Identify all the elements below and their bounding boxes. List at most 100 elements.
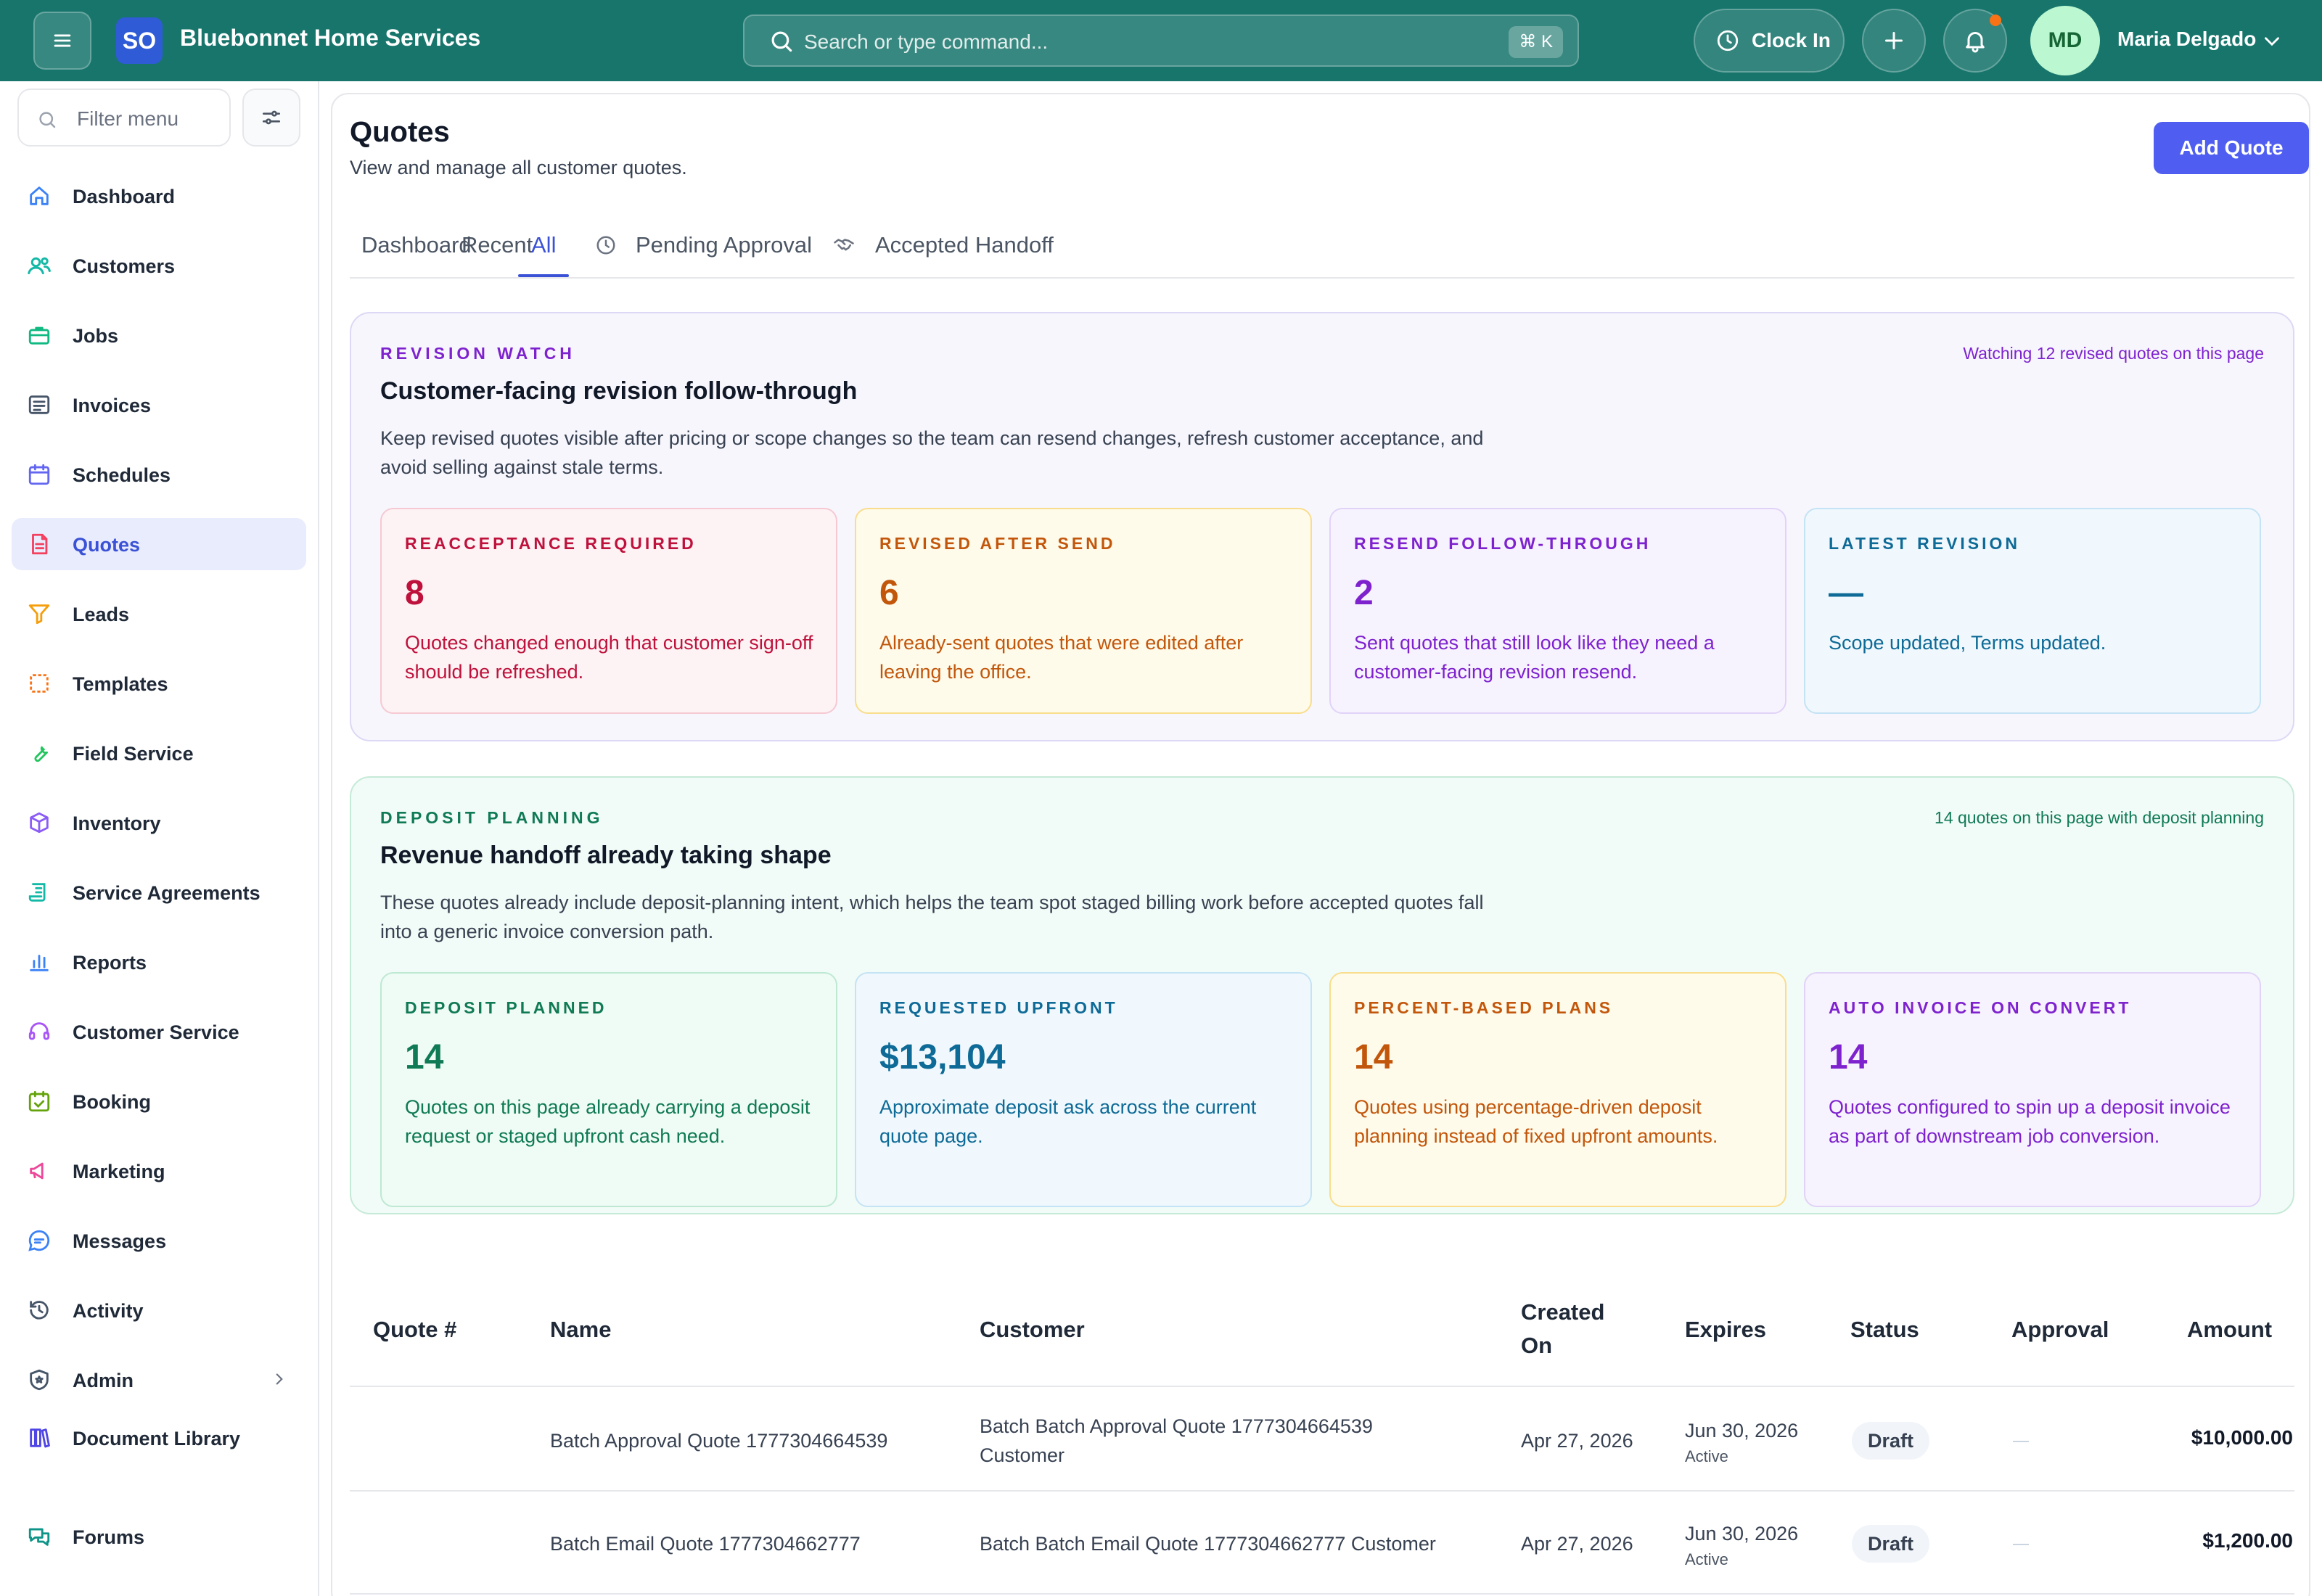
history-icon bbox=[26, 1297, 52, 1323]
quote-name[interactable]: Batch Email Quote 1777304662777 bbox=[550, 1529, 861, 1558]
expires-date: Jun 30, 2026 bbox=[1685, 1523, 1799, 1544]
column-header-amount[interactable]: Amount bbox=[2187, 1313, 2272, 1346]
sidebar-item-customers[interactable]: Customers bbox=[12, 239, 306, 292]
status-badge: Draft bbox=[1852, 1422, 1930, 1460]
card-title: RESEND FOLLOW-THROUGH bbox=[1354, 534, 1652, 553]
tab-accepted-handoff[interactable]: Accepted Handoff bbox=[832, 232, 1054, 258]
sidebar-item-label: Templates bbox=[73, 673, 168, 695]
sidebar-item-label: Document Library bbox=[73, 1428, 241, 1449]
quote-name[interactable]: Batch Approval Quote 1777304664539 bbox=[550, 1426, 887, 1455]
quote-customer[interactable]: Batch Batch Email Quote 1777304662777 Cu… bbox=[980, 1529, 1488, 1558]
column-header-created-on[interactable]: Created On bbox=[1521, 1296, 1630, 1362]
card-description: Scope updated, Terms updated. bbox=[1829, 632, 2106, 654]
filter-menu-input[interactable]: Filter menu bbox=[17, 89, 231, 147]
deposit-planning-panel: DEPOSIT PLANNING 14 quotes on this page … bbox=[350, 776, 2294, 1214]
shield-icon bbox=[26, 1367, 52, 1393]
sidebar-item-quotes[interactable]: Quotes bbox=[12, 518, 306, 570]
sidebar-item-forums[interactable]: Forums bbox=[12, 1510, 306, 1563]
metric-card-revised-after-send[interactable]: REVISED AFTER SEND 6 Already-sent quotes… bbox=[855, 508, 1312, 714]
panel-title: Customer-facing revision follow-through bbox=[380, 377, 858, 405]
metric-card-reacceptance-required[interactable]: REACCEPTANCE REQUIRED 8 Quotes changed e… bbox=[380, 508, 837, 714]
column-header-approval[interactable]: Approval bbox=[2011, 1313, 2109, 1346]
sidebar-item-booking[interactable]: Booking bbox=[12, 1075, 306, 1127]
quote-amount: $1,200.00 bbox=[2202, 1529, 2293, 1552]
sidebar-item-reports[interactable]: Reports bbox=[12, 936, 306, 988]
metric-card-requested-upfront[interactable]: REQUESTED UPFRONT $13,104 Approximate de… bbox=[855, 972, 1312, 1207]
create-new-button[interactable] bbox=[1862, 9, 1926, 73]
column-header-customer[interactable]: Customer bbox=[980, 1313, 1085, 1346]
quote-tabs: Dashboard Recent All Pending Approval Ac… bbox=[350, 218, 2294, 279]
user-name[interactable]: Maria Delgado bbox=[2117, 28, 2256, 51]
sidebar-item-label: Customer Service bbox=[73, 1021, 239, 1043]
column-header-name[interactable]: Name bbox=[550, 1313, 611, 1346]
tab-all[interactable]: All bbox=[531, 232, 556, 258]
menu-settings-button[interactable] bbox=[242, 89, 300, 147]
column-header-status[interactable]: Status bbox=[1850, 1313, 1919, 1346]
sidebar-item-dashboard[interactable]: Dashboard bbox=[12, 170, 306, 222]
sidebar-item-document-library[interactable]: Document Library bbox=[12, 1412, 306, 1464]
menu-toggle-button[interactable] bbox=[33, 12, 91, 70]
users-icon bbox=[26, 252, 52, 279]
metric-card-latest-revision[interactable]: LATEST REVISION — Scope updated, Terms u… bbox=[1804, 508, 2261, 714]
sidebar-item-label: Leads bbox=[73, 604, 130, 625]
card-description: Quotes using percentage-driven deposit p… bbox=[1354, 1096, 1718, 1147]
sidebar-item-label: Reports bbox=[73, 952, 147, 974]
sidebar-item-leads[interactable]: Leads bbox=[12, 588, 306, 640]
tab-pending-approval[interactable]: Pending Approval bbox=[595, 232, 812, 258]
expires-status: Active bbox=[1685, 1447, 1728, 1465]
sidebar-item-jobs[interactable]: Jobs bbox=[12, 309, 306, 361]
tab-label: Accepted Handoff bbox=[875, 232, 1054, 258]
card-value: 2 bbox=[1354, 574, 1374, 612]
card-value: 8 bbox=[405, 574, 424, 612]
card-value: 14 bbox=[405, 1038, 444, 1077]
card-title: LATEST REVISION bbox=[1829, 534, 2021, 553]
metric-card-percent-based-plans[interactable]: PERCENT-BASED PLANS 14 Quotes using perc… bbox=[1329, 972, 1786, 1207]
sidebar-item-field-service[interactable]: Field Service bbox=[12, 727, 306, 779]
sidebar-item-label: Service Agreements bbox=[73, 882, 260, 904]
sidebar-item-invoices[interactable]: Invoices bbox=[12, 379, 306, 431]
clock-icon bbox=[596, 236, 615, 255]
plus-icon bbox=[1885, 32, 1903, 49]
page-title: Quotes bbox=[350, 116, 450, 148]
sidebar-item-activity[interactable]: Activity bbox=[12, 1284, 306, 1336]
clock-in-button[interactable]: Clock In bbox=[1694, 9, 1845, 73]
user-avatar[interactable]: MD bbox=[2030, 6, 2100, 75]
app-logo[interactable]: SO bbox=[116, 17, 163, 64]
sidebar-item-schedules[interactable]: Schedules bbox=[12, 448, 306, 501]
sidebar-item-messages[interactable]: Messages bbox=[12, 1214, 306, 1267]
sidebar-item-marketing[interactable]: Marketing bbox=[12, 1145, 306, 1197]
command-search[interactable]: Search or type command... ⌘ K bbox=[743, 15, 1579, 67]
quote-document-icon bbox=[26, 531, 52, 557]
sidebar-item-customer-service[interactable]: Customer Service bbox=[12, 1005, 306, 1058]
tab-label: All bbox=[531, 232, 557, 258]
metric-card-auto-invoice-on-convert[interactable]: AUTO INVOICE ON CONVERT 14 Quotes config… bbox=[1804, 972, 2261, 1207]
sidebar-item-admin[interactable]: Admin bbox=[12, 1354, 306, 1406]
sidebar-item-label: Admin bbox=[73, 1370, 134, 1391]
column-header-quote-number[interactable]: Quote # bbox=[373, 1313, 456, 1346]
sidebar-item-inventory[interactable]: Inventory bbox=[12, 797, 306, 849]
sidebar-item-label: Activity bbox=[73, 1300, 144, 1322]
bar-chart-icon bbox=[26, 949, 52, 975]
panel-eyebrow: DEPOSIT PLANNING bbox=[380, 808, 604, 827]
brand-name[interactable]: Bluebonnet Home Services bbox=[180, 25, 480, 52]
card-title: REQUESTED UPFRONT bbox=[879, 998, 1118, 1017]
expires-status: Active bbox=[1685, 1550, 1728, 1568]
notifications-button[interactable] bbox=[1943, 9, 2007, 73]
add-quote-button[interactable]: Add Quote bbox=[2154, 122, 2309, 174]
panel-description: These quotes already include deposit-pla… bbox=[380, 892, 1484, 942]
sidebar-item-templates[interactable]: Templates bbox=[12, 657, 306, 709]
column-header-expires[interactable]: Expires bbox=[1685, 1313, 1766, 1346]
top-bar: SO Bluebonnet Home Services Search or ty… bbox=[0, 0, 2322, 81]
metric-card-deposit-planned[interactable]: DEPOSIT PLANNED 14 Quotes on this page a… bbox=[380, 972, 837, 1207]
metric-card-resend-follow-through[interactable]: RESEND FOLLOW-THROUGH 2 Sent quotes that… bbox=[1329, 508, 1786, 714]
tab-dashboard[interactable]: Dashboard bbox=[361, 232, 472, 258]
tab-recent[interactable]: Recent bbox=[461, 232, 533, 258]
active-tab-indicator bbox=[518, 274, 569, 277]
sidebar-item-label: Invoices bbox=[73, 395, 152, 416]
clock-icon bbox=[1717, 30, 1739, 52]
chevron-down-icon[interactable] bbox=[2260, 29, 2284, 54]
quote-customer[interactable]: Batch Batch Approval Quote 1777304664539… bbox=[980, 1412, 1429, 1470]
panel-title: Revenue handoff already taking shape bbox=[380, 842, 832, 869]
sidebar-item-service-agreements[interactable]: Service Agreements bbox=[12, 866, 306, 918]
card-description: Sent quotes that still look like they ne… bbox=[1354, 632, 1715, 683]
